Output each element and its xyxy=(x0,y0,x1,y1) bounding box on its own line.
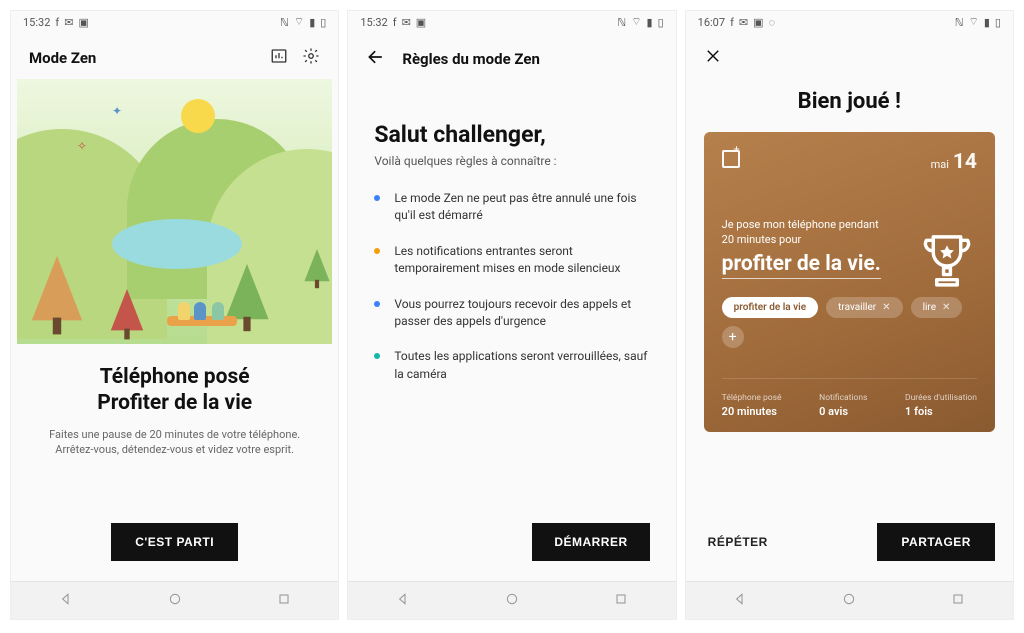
share-button[interactable]: PARTAGER xyxy=(877,523,995,561)
signal-icon: ▮ xyxy=(984,16,990,29)
nav-back-icon[interactable] xyxy=(732,591,748,611)
gallery-icon: ▣ xyxy=(753,16,763,29)
rule-item: Les notifications entrantes seront tempo… xyxy=(374,243,649,278)
congrats-heading: Bien joué ! xyxy=(704,89,995,114)
mail-icon: ✉ xyxy=(739,16,748,29)
chip-add-button[interactable]: + xyxy=(722,326,744,348)
start-button[interactable]: C'EST PARTI xyxy=(111,523,238,561)
facebook-icon: f xyxy=(55,16,59,29)
repeat-button[interactable]: RÉPÉTER xyxy=(704,523,772,561)
start-button[interactable]: DÉMARRER xyxy=(532,523,649,561)
nfc-icon: ℕ xyxy=(617,16,626,29)
facebook-icon: f xyxy=(393,16,397,29)
android-navbar xyxy=(11,581,338,619)
greeting-subtext: Voilà quelques règles à connaître : xyxy=(374,154,649,168)
app-title: Mode Zen xyxy=(29,49,96,67)
nav-back-icon[interactable] xyxy=(58,591,74,611)
stats-icon[interactable] xyxy=(270,47,288,69)
android-navbar xyxy=(348,581,675,619)
status-time: 15:32 xyxy=(23,16,50,29)
bullet-icon xyxy=(374,301,380,307)
card-stats: Téléphone posé20 minutes Notifications0 … xyxy=(722,378,977,418)
screen-1-zen-home: 15:32 f ✉ ▣ ℕ ⌔ ▮ ▯ Mode Zen ✦ ✧ xyxy=(10,10,339,620)
status-time: 16:07 xyxy=(698,16,725,29)
mail-icon: ✉ xyxy=(402,16,411,29)
facebook-icon: f xyxy=(730,16,734,29)
main-subtext: Faites une pause de 20 minutes de votre … xyxy=(37,427,312,458)
gallery-icon: ▣ xyxy=(416,16,426,29)
status-bar: 16:07 f ✉ ▣ ◌ ℕ ⌔ ▮ ▯ xyxy=(686,11,1013,33)
bullet-icon xyxy=(374,353,380,359)
page-title: Règles du mode Zen xyxy=(402,50,540,68)
people-icon xyxy=(172,296,232,326)
bird-icon: ✧ xyxy=(77,139,87,153)
greeting-heading: Salut challenger, xyxy=(374,121,649,148)
rule-item: Le mode Zen ne peut pas être annulé une … xyxy=(374,190,649,225)
bullet-icon xyxy=(374,248,380,254)
bird-icon: ✦ xyxy=(112,104,122,118)
battery-icon: ▯ xyxy=(658,16,664,29)
status-time: 15:32 xyxy=(360,16,387,29)
card-lead-text: Je pose mon téléphone pendant 20 minutes… xyxy=(722,218,892,248)
gallery-icon: ▣ xyxy=(78,16,88,29)
main-heading: Téléphone posé Profiter de la vie xyxy=(37,364,312,417)
mail-icon: ✉ xyxy=(64,16,73,29)
status-bar: 15:32 f ✉ ▣ ℕ ⌔ ▮ ▯ xyxy=(348,11,675,33)
battery-icon: ▯ xyxy=(995,16,1001,29)
achievement-card: mai14 Je pose mon téléphone pendant 20 m… xyxy=(704,132,995,432)
signal-icon: ▮ xyxy=(309,16,315,29)
messenger-icon: ◌ xyxy=(769,16,776,29)
nfc-icon: ℕ xyxy=(280,16,289,29)
rule-item: Toutes les applications seront verrouill… xyxy=(374,348,649,383)
trophy-icon xyxy=(919,230,975,290)
screen-3-congrats: 16:07 f ✉ ▣ ◌ ℕ ⌔ ▮ ▯ Bien joué ! mai14 xyxy=(685,10,1014,620)
nav-back-icon[interactable] xyxy=(395,591,411,611)
chip-option[interactable]: travailler✕ xyxy=(826,297,902,318)
zen-illustration: ✦ ✧ xyxy=(17,79,332,344)
chip-active[interactable]: profiter de la vie xyxy=(722,297,818,318)
rule-item: Vous pourrez toujours recevoir des appel… xyxy=(374,296,649,331)
gear-icon[interactable] xyxy=(302,47,320,69)
chip-remove-icon[interactable]: ✕ xyxy=(942,302,950,313)
screen-2-rules: 15:32 f ✉ ▣ ℕ ⌔ ▮ ▯ Règles du mode Zen S… xyxy=(347,10,676,620)
nav-home-icon[interactable] xyxy=(841,591,857,611)
card-date: mai14 xyxy=(931,150,977,174)
back-arrow-icon[interactable] xyxy=(366,47,386,71)
signal-icon: ▮ xyxy=(647,16,653,29)
bullet-icon xyxy=(374,195,380,201)
nav-home-icon[interactable] xyxy=(504,591,520,611)
reason-chips: profiter de la vie travailler✕ lire✕ + xyxy=(722,297,977,348)
nfc-icon: ℕ xyxy=(955,16,964,29)
wifi-icon: ⌔ xyxy=(631,15,641,29)
rules-list: Le mode Zen ne peut pas être annulé une … xyxy=(374,190,649,383)
android-navbar xyxy=(686,581,1013,619)
battery-icon: ▯ xyxy=(320,16,326,29)
oneplus-logo-icon xyxy=(722,150,740,168)
nav-home-icon[interactable] xyxy=(167,591,183,611)
close-icon[interactable] xyxy=(704,50,722,69)
nav-recent-icon[interactable] xyxy=(613,591,629,611)
wifi-icon: ⌔ xyxy=(294,15,304,29)
chip-option[interactable]: lire✕ xyxy=(911,297,963,318)
nav-recent-icon[interactable] xyxy=(276,591,292,611)
nav-recent-icon[interactable] xyxy=(950,591,966,611)
app-header: Mode Zen xyxy=(11,33,338,79)
chip-remove-icon[interactable]: ✕ xyxy=(882,302,890,313)
back-header: Règles du mode Zen xyxy=(348,33,675,81)
status-bar: 15:32 f ✉ ▣ ℕ ⌔ ▮ ▯ xyxy=(11,11,338,33)
wifi-icon: ⌔ xyxy=(969,15,979,29)
